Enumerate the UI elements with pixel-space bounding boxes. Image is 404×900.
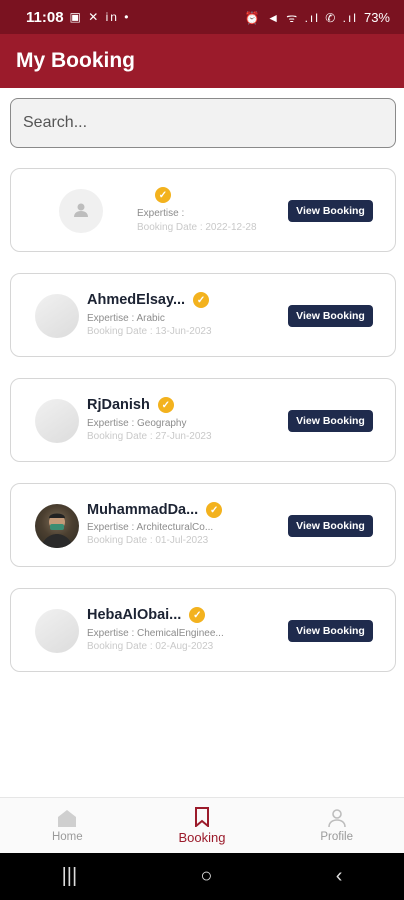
system-status-icons: ⏰ ◄ ᯤ .ıl ✆ .ıl xyxy=(244,10,358,25)
booking-card: HebaAlObai... ✓ Expertise : ChemicalEngi… xyxy=(10,588,396,672)
verified-badge-icon: ✓ xyxy=(206,502,223,518)
page-title: My Booking xyxy=(16,49,135,72)
booking-date: Booking Date : 01-Jul-2023 xyxy=(87,535,209,546)
view-booking-button[interactable]: View Booking xyxy=(288,305,373,327)
expertise-label: Expertise : Geography xyxy=(87,418,187,429)
system-navigation-bar: ||| ○ ‹ xyxy=(0,853,404,900)
profile-icon xyxy=(327,809,346,828)
bookmark-icon xyxy=(195,806,209,827)
nav-profile-label: Profile xyxy=(320,831,353,843)
avatar xyxy=(35,399,79,443)
nav-booking[interactable]: Booking xyxy=(135,798,270,853)
verified-badge-icon: ✓ xyxy=(155,187,171,203)
expert-name: MuhammadDa... xyxy=(87,502,199,518)
nav-profile[interactable]: Profile xyxy=(269,798,404,853)
avatar-placeholder-icon xyxy=(59,189,103,233)
status-bar: 11:08 ▣ ✕ in • ⏰ ◄ ᯤ .ıl ✆ .ıl 73% xyxy=(0,0,404,34)
view-booking-button[interactable]: View Booking xyxy=(288,515,373,537)
home-circle-icon[interactable]: ○ xyxy=(200,865,212,888)
notification-icons: ▣ ✕ in • xyxy=(69,10,131,24)
expert-name: AhmedElsay... xyxy=(87,292,186,308)
nav-home-label: Home xyxy=(51,831,83,843)
view-booking-button[interactable]: View Booking xyxy=(288,410,373,432)
verified-badge-icon: ✓ xyxy=(193,292,210,308)
expertise-label: Expertise : xyxy=(137,208,185,219)
booking-card: RjDanish ✓ Expertise : Geography Booking… xyxy=(10,378,396,462)
expert-name: HebaAlObai... xyxy=(87,607,182,623)
booking-date: Booking Date : 13-Jun-2023 xyxy=(87,326,212,337)
verified-badge-icon: ✓ xyxy=(157,397,174,413)
search-input[interactable] xyxy=(23,114,383,132)
booking-card: MuhammadDa... ✓ Expertise : Architectura… xyxy=(10,483,396,567)
booking-date: Booking Date : 02-Aug-2023 xyxy=(87,641,214,652)
view-booking-button[interactable]: View Booking xyxy=(288,200,373,222)
home-icon xyxy=(58,810,77,827)
app-bar: My Booking xyxy=(0,34,404,88)
booking-card: AhmedElsay... ✓ Expertise : Arabic Booki… xyxy=(10,273,396,357)
view-booking-button[interactable]: View Booking xyxy=(288,620,373,642)
booking-date: Booking Date : 27-Jun-2023 xyxy=(87,431,212,442)
avatar xyxy=(35,294,79,338)
status-time: 11:08 xyxy=(26,8,64,26)
avatar xyxy=(35,609,79,653)
booking-date: Booking Date : 2022-12-28 xyxy=(137,222,257,233)
verified-badge-icon: ✓ xyxy=(189,607,206,623)
back-icon[interactable]: ‹ xyxy=(336,865,343,888)
bottom-navigation: Home Booking Profile xyxy=(0,797,404,853)
battery-level: 73% xyxy=(363,9,390,25)
booking-card: ✓ Expertise : Booking Date : 2022-12-28 … xyxy=(10,168,396,252)
expertise-label: Expertise : Arabic xyxy=(87,313,165,324)
avatar-photo xyxy=(35,504,79,548)
expert-name: RjDanish xyxy=(87,397,150,413)
expertise-label: Expertise : ChemicalEnginee... xyxy=(87,628,224,639)
search-box[interactable] xyxy=(10,98,396,148)
nav-booking-label: Booking xyxy=(178,829,226,845)
recents-icon[interactable]: ||| xyxy=(62,865,78,888)
expertise-label: Expertise : ArchitecturalCo... xyxy=(87,522,214,533)
nav-home[interactable]: Home xyxy=(0,798,135,853)
